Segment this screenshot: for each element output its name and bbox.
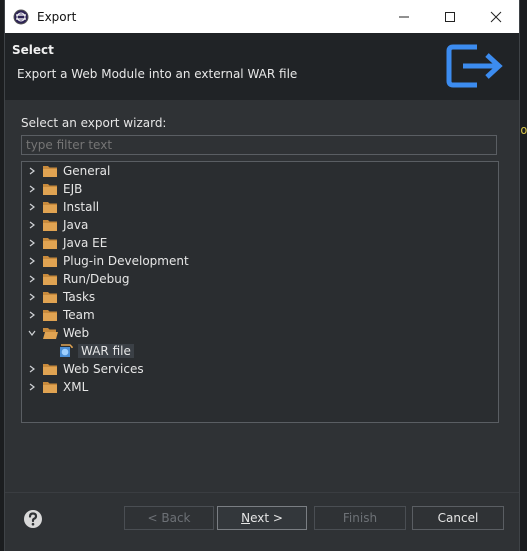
- folder-icon: [43, 184, 57, 195]
- minimize-button[interactable]: [381, 0, 427, 33]
- tree-item-label: General: [63, 164, 111, 178]
- back-button-label: < Back: [147, 511, 191, 525]
- tree-item-web-services[interactable]: Web Services: [26, 360, 144, 378]
- tree-item-label: XML: [63, 380, 89, 394]
- tree-item-install[interactable]: Install: [26, 198, 99, 216]
- cancel-button-label: Cancel: [437, 511, 479, 525]
- help-icon[interactable]: [23, 509, 43, 529]
- filter-input[interactable]: [21, 135, 497, 155]
- tree-item-war-file[interactable]: WAR file: [58, 342, 134, 360]
- chevron-right-icon[interactable]: [26, 309, 38, 321]
- tree-item-ejb[interactable]: EJB: [26, 180, 82, 198]
- tree-item-label: WAR file: [78, 344, 134, 358]
- chevron-right-icon[interactable]: [26, 291, 38, 303]
- tree-item-label: Web: [63, 326, 90, 340]
- folder-icon: [43, 292, 57, 303]
- chevron-right-icon[interactable]: [26, 219, 38, 231]
- folder-icon: [43, 382, 57, 393]
- finish-button-label: Finish: [342, 511, 378, 525]
- close-icon: [490, 11, 502, 22]
- tree-item-team[interactable]: Team: [26, 306, 95, 324]
- folder-icon: [43, 220, 57, 231]
- tree-item-label: Tasks: [63, 290, 96, 304]
- export-icon: [446, 44, 503, 88]
- eclipse-app-icon: [13, 9, 29, 24]
- next-button[interactable]: Next >: [217, 506, 307, 530]
- wizard-header: Select Export a Web Module into an exter…: [5, 33, 519, 100]
- folder-icon: [43, 238, 57, 249]
- button-bar-divider: [5, 492, 519, 493]
- cancel-button[interactable]: Cancel: [412, 506, 504, 530]
- tree-item-java[interactable]: Java: [26, 216, 88, 234]
- tree-item-tasks[interactable]: Tasks: [26, 288, 95, 306]
- finish-button[interactable]: Finish: [314, 506, 406, 530]
- folder-icon: [43, 166, 57, 177]
- folder-icon: [43, 274, 57, 285]
- chevron-right-icon[interactable]: [26, 273, 38, 285]
- tree-item-web[interactable]: Web: [26, 324, 89, 342]
- tree-item-general[interactable]: General: [26, 162, 110, 180]
- chevron-right-icon[interactable]: [26, 201, 38, 213]
- export-dialog: Export Select Export a Web Module into a…: [4, 0, 520, 551]
- tree-item-run-debug[interactable]: Run/Debug: [26, 270, 130, 288]
- wizard-list-label: Select an export wizard:: [21, 116, 167, 130]
- tree-item-label: Java: [63, 218, 89, 232]
- next-button-mnemonic: N: [241, 511, 251, 525]
- folder-icon: [43, 256, 57, 267]
- window-title: Export: [37, 9, 77, 24]
- chevron-down-icon[interactable]: [26, 327, 38, 339]
- page-description: Export a Web Module into an external WAR…: [17, 67, 298, 81]
- tree-item-java-ee[interactable]: Java EE: [26, 234, 107, 252]
- tree-item-label: Run/Debug: [63, 272, 130, 286]
- tree-item-label: Install: [63, 200, 100, 214]
- tree-item-label: EJB: [63, 182, 83, 196]
- chevron-right-icon[interactable]: [26, 363, 38, 375]
- wizard-tree[interactable]: General EJB Install Java Java EE Plug-in…: [21, 161, 499, 423]
- war-file-icon: [60, 344, 73, 357]
- folder-open-icon: [43, 328, 58, 339]
- chevron-right-icon[interactable]: [26, 255, 38, 267]
- tree-item-label: Web Services: [63, 362, 144, 376]
- tree-item-label: Plug-in Development: [63, 254, 189, 268]
- chevron-right-icon[interactable]: [26, 381, 38, 393]
- folder-icon: [43, 310, 57, 321]
- folder-icon: [43, 364, 57, 375]
- close-window-button[interactable]: [473, 0, 519, 33]
- next-button-label: ext >: [250, 511, 283, 525]
- chevron-right-icon[interactable]: [26, 165, 38, 177]
- folder-icon: [43, 202, 57, 213]
- back-button[interactable]: < Back: [124, 506, 214, 530]
- chevron-right-icon[interactable]: [26, 183, 38, 195]
- page-title: Select: [12, 43, 54, 57]
- tree-item-plugin-development[interactable]: Plug-in Development: [26, 252, 189, 270]
- maximize-icon: [445, 11, 455, 22]
- maximize-button[interactable]: [427, 0, 473, 33]
- tree-item-label: Team: [63, 308, 95, 322]
- chevron-right-icon[interactable]: [26, 237, 38, 249]
- minimize-icon: [399, 16, 409, 17]
- tree-item-xml[interactable]: XML: [26, 378, 88, 396]
- title-bar[interactable]: Export: [5, 0, 519, 33]
- tree-item-label: Java EE: [63, 236, 108, 250]
